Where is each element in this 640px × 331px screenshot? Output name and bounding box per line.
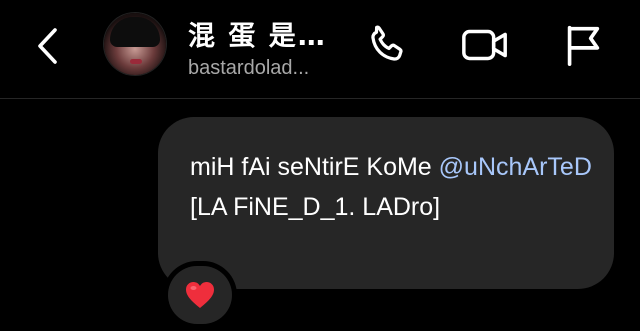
message-reaction[interactable] xyxy=(168,266,232,324)
video-camera-icon xyxy=(462,29,507,61)
message-text: miH fAi seNtirE KoMe @uNchArTeD [LA FiNE… xyxy=(190,147,600,227)
avatar-mouth xyxy=(130,59,142,64)
phone-icon xyxy=(371,25,403,61)
contact-username[interactable]: bastardolad... xyxy=(188,57,309,80)
message-bubble[interactable]: miH fAi seNtirE KoMe @uNchArTeD [LA FiNE… xyxy=(158,117,614,289)
message-text-start: miH fAi seNtirE KoMe xyxy=(190,153,439,181)
message-text-end: [LA FiNE_D_1. LADro] xyxy=(190,193,441,221)
contact-avatar[interactable] xyxy=(104,13,166,75)
contact-name[interactable]: 混 蛋 是… xyxy=(188,14,327,53)
report-button[interactable] xyxy=(558,20,608,70)
video-call-button[interactable] xyxy=(460,20,510,70)
flag-icon xyxy=(567,25,600,66)
chat-header: 混 蛋 是… bastardolad... xyxy=(0,0,640,98)
header-divider xyxy=(0,98,640,99)
message-mention-link[interactable]: @uNchArTeD xyxy=(439,153,592,181)
back-button[interactable] xyxy=(28,24,68,68)
avatar-hair xyxy=(110,17,160,47)
red-heart-icon xyxy=(186,282,214,308)
chevron-left-icon xyxy=(38,28,57,64)
audio-call-button[interactable] xyxy=(362,20,412,70)
